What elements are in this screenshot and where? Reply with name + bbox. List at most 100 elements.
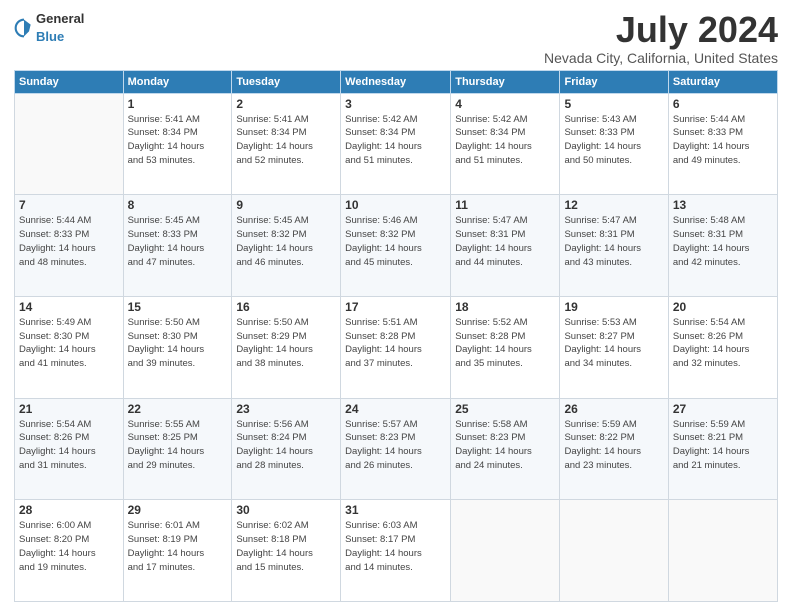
day-info: Sunrise: 5:44 AM Sunset: 8:33 PM Dayligh… (19, 214, 119, 269)
day-number: 9 (236, 198, 336, 212)
day-number: 19 (564, 300, 663, 314)
day-info: Sunrise: 5:50 AM Sunset: 8:29 PM Dayligh… (236, 316, 336, 371)
main-title: July 2024 (544, 10, 778, 50)
calendar-cell: 13 Sunrise: 5:48 AM Sunset: 8:31 PM Dayli… (668, 195, 777, 297)
day-info: Sunrise: 6:01 AM Sunset: 8:19 PM Dayligh… (128, 519, 228, 574)
weekday-header: Monday (123, 70, 232, 93)
day-info: Sunrise: 5:45 AM Sunset: 8:32 PM Dayligh… (236, 214, 336, 269)
day-number: 28 (19, 503, 119, 517)
calendar-cell (15, 93, 124, 195)
calendar-cell: 14Sunrise: 5:49 AM Sunset: 8:30 PM Dayli… (15, 296, 124, 398)
day-info: Sunrise: 5:48 AM Sunset: 8:31 PM Dayligh… (673, 214, 773, 269)
calendar-cell: 2Sunrise: 5:41 AM Sunset: 8:34 PM Daylig… (232, 93, 341, 195)
day-info: Sunrise: 5:41 AM Sunset: 8:34 PM Dayligh… (128, 113, 228, 168)
day-info: Sunrise: 5:51 AM Sunset: 8:28 PM Dayligh… (345, 316, 446, 371)
day-info: Sunrise: 5:45 AM Sunset: 8:33 PM Dayligh… (128, 214, 228, 269)
weekday-header-row: SundayMondayTuesdayWednesdayThursdayFrid… (15, 70, 778, 93)
calendar-cell: 17Sunrise: 5:51 AM Sunset: 8:28 PM Dayli… (341, 296, 451, 398)
day-info: Sunrise: 5:43 AM Sunset: 8:33 PM Dayligh… (564, 113, 663, 168)
weekday-header: Friday (560, 70, 668, 93)
day-number: 16 (236, 300, 336, 314)
calendar-cell: 12 Sunrise: 5:47 AM Sunset: 8:31 PM Dayli… (560, 195, 668, 297)
logo-icon (14, 18, 34, 38)
day-number: 31 (345, 503, 446, 517)
calendar-cell: 5Sunrise: 5:43 AM Sunset: 8:33 PM Daylig… (560, 93, 668, 195)
day-info: Sunrise: 6:03 AM Sunset: 8:17 PM Dayligh… (345, 519, 446, 574)
day-number: 29 (128, 503, 228, 517)
logo-blue: Blue (36, 29, 64, 44)
calendar-cell: 28 Sunrise: 6:00 AM Sunset: 8:20 PM Dayli… (15, 500, 124, 602)
page-container: General Blue July 2024 Nevada City, Cali… (0, 0, 792, 612)
calendar-week-row: 21 Sunrise: 5:54 AM Sunset: 8:26 PM Dayli… (15, 398, 778, 500)
day-info: Sunrise: 6:02 AM Sunset: 8:18 PM Dayligh… (236, 519, 336, 574)
day-number: 26 (564, 402, 663, 416)
day-info: Sunrise: 5:59 AM Sunset: 8:21 PM Dayligh… (673, 418, 773, 473)
day-number: 4 (455, 97, 555, 111)
calendar-cell: 4 Sunrise: 5:42 AM Sunset: 8:34 PM Daylig… (451, 93, 560, 195)
day-number: 10 (345, 198, 446, 212)
day-number: 18 (455, 300, 555, 314)
day-number: 3 (345, 97, 446, 111)
day-info: Sunrise: 6:00 AM Sunset: 8:20 PM Dayligh… (19, 519, 119, 574)
day-info: Sunrise: 5:50 AM Sunset: 8:30 PM Dayligh… (128, 316, 228, 371)
calendar-cell (451, 500, 560, 602)
day-number: 20 (673, 300, 773, 314)
day-number: 13 (673, 198, 773, 212)
logo: General Blue (14, 10, 84, 46)
weekday-header: Tuesday (232, 70, 341, 93)
calendar-cell: 10Sunrise: 5:46 AM Sunset: 8:32 PM Dayli… (341, 195, 451, 297)
day-info: Sunrise: 5:54 AM Sunset: 8:26 PM Dayligh… (673, 316, 773, 371)
day-number: 12 (564, 198, 663, 212)
day-info: Sunrise: 5:53 AM Sunset: 8:27 PM Dayligh… (564, 316, 663, 371)
calendar-cell: 21 Sunrise: 5:54 AM Sunset: 8:26 PM Dayli… (15, 398, 124, 500)
calendar-week-row: 28 Sunrise: 6:00 AM Sunset: 8:20 PM Dayli… (15, 500, 778, 602)
day-number: 11 (455, 198, 555, 212)
calendar-cell: 3 Sunrise: 5:42 AM Sunset: 8:34 PM Daylig… (341, 93, 451, 195)
calendar-cell: 20 Sunrise: 5:54 AM Sunset: 8:26 PM Dayli… (668, 296, 777, 398)
calendar-cell: 1Sunrise: 5:41 AM Sunset: 8:34 PM Daylig… (123, 93, 232, 195)
day-info: Sunrise: 5:42 AM Sunset: 8:34 PM Dayligh… (345, 113, 446, 168)
calendar-week-row: 7 Sunrise: 5:44 AM Sunset: 8:33 PM Daylig… (15, 195, 778, 297)
calendar-cell: 6Sunrise: 5:44 AM Sunset: 8:33 PM Daylig… (668, 93, 777, 195)
day-info: Sunrise: 5:55 AM Sunset: 8:25 PM Dayligh… (128, 418, 228, 473)
calendar-cell: 18Sunrise: 5:52 AM Sunset: 8:28 PM Dayli… (451, 296, 560, 398)
calendar-cell: 26Sunrise: 5:59 AM Sunset: 8:22 PM Dayli… (560, 398, 668, 500)
day-number: 25 (455, 402, 555, 416)
weekday-header: Thursday (451, 70, 560, 93)
weekday-header: Sunday (15, 70, 124, 93)
day-number: 27 (673, 402, 773, 416)
day-info: Sunrise: 5:58 AM Sunset: 8:23 PM Dayligh… (455, 418, 555, 473)
day-info: Sunrise: 5:56 AM Sunset: 8:24 PM Dayligh… (236, 418, 336, 473)
day-number: 7 (19, 198, 119, 212)
calendar-cell: 7 Sunrise: 5:44 AM Sunset: 8:33 PM Daylig… (15, 195, 124, 297)
day-info: Sunrise: 5:47 AM Sunset: 8:31 PM Dayligh… (564, 214, 663, 269)
subtitle: Nevada City, California, United States (544, 50, 778, 66)
calendar-cell (560, 500, 668, 602)
day-number: 30 (236, 503, 336, 517)
day-number: 21 (19, 402, 119, 416)
day-number: 22 (128, 402, 228, 416)
day-number: 15 (128, 300, 228, 314)
calendar-cell: 8 Sunrise: 5:45 AM Sunset: 8:33 PM Daylig… (123, 195, 232, 297)
calendar-table: SundayMondayTuesdayWednesdayThursdayFrid… (14, 70, 778, 602)
title-block: July 2024 Nevada City, California, Unite… (544, 10, 778, 66)
calendar-cell: 16 Sunrise: 5:50 AM Sunset: 8:29 PM Dayli… (232, 296, 341, 398)
day-number: 8 (128, 198, 228, 212)
day-number: 2 (236, 97, 336, 111)
weekday-header: Wednesday (341, 70, 451, 93)
calendar-week-row: 1Sunrise: 5:41 AM Sunset: 8:34 PM Daylig… (15, 93, 778, 195)
calendar-cell: 15 Sunrise: 5:50 AM Sunset: 8:30 PM Dayli… (123, 296, 232, 398)
weekday-header: Saturday (668, 70, 777, 93)
day-info: Sunrise: 5:42 AM Sunset: 8:34 PM Dayligh… (455, 113, 555, 168)
day-info: Sunrise: 5:57 AM Sunset: 8:23 PM Dayligh… (345, 418, 446, 473)
calendar-cell: 23 Sunrise: 5:56 AM Sunset: 8:24 PM Dayli… (232, 398, 341, 500)
calendar-cell: 27 Sunrise: 5:59 AM Sunset: 8:21 PM Dayli… (668, 398, 777, 500)
day-number: 14 (19, 300, 119, 314)
calendar-cell: 25 Sunrise: 5:58 AM Sunset: 8:23 PM Dayli… (451, 398, 560, 500)
day-number: 23 (236, 402, 336, 416)
calendar-cell: 29 Sunrise: 6:01 AM Sunset: 8:19 PM Dayli… (123, 500, 232, 602)
calendar-cell: 30 Sunrise: 6:02 AM Sunset: 8:18 PM Dayli… (232, 500, 341, 602)
day-info: Sunrise: 5:54 AM Sunset: 8:26 PM Dayligh… (19, 418, 119, 473)
header-row: General Blue July 2024 Nevada City, Cali… (14, 10, 778, 66)
calendar-week-row: 14Sunrise: 5:49 AM Sunset: 8:30 PM Dayli… (15, 296, 778, 398)
